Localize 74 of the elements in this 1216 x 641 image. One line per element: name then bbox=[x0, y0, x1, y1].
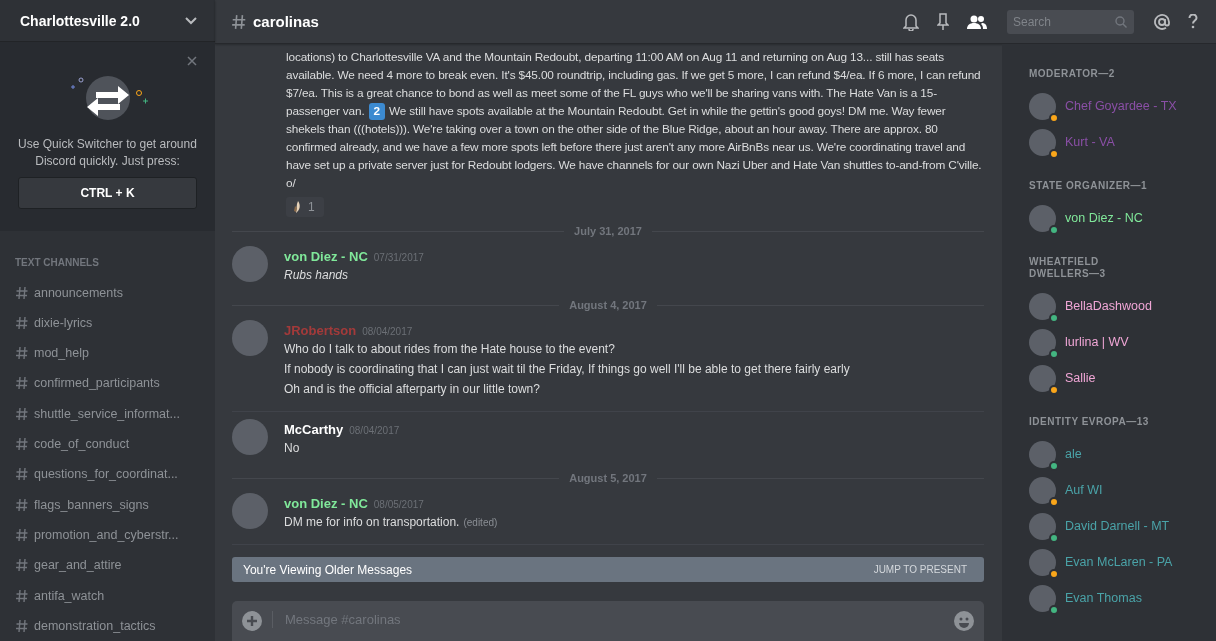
date-divider: August 4, 2017 bbox=[569, 299, 647, 311]
channel-item[interactable]: shuttle_service_informat... bbox=[34, 406, 180, 421]
message-text: locations) to Charlottesville VA and the Mountain Redoubt, departing 11:00 AM on Aug 11 and returning on Aug 13... still has seats available. We need 4 more to break even. It's $45.00 roundtrip, including gas. If we get 5 more, I can refund $4/ea. If 6 more, I can refund $7/ea. This is a great chance to bond as well as meet some of the FL guys who we'll be sharing vans with. The Hate Van is a 15-passenger van. 2 We still have spots available at the Mountain Redoubt. Get in while the gettin's good goys! DM me. Way fewer shekels than (((hotels))). We're taking over a town on the other side of the Blue Ridge, about an hour away. There are approx. 80 confirmed already, and we have a few more spots left before there just aren't any more AirBnBs near us. We're coordinating travel and have set up a private server just for Redoubt lodgers. We have channels for our own Nazi Uber and Hate Van shuttles to-and-from C'ville. o/ bbox=[285, 49, 983, 192]
hash-icon bbox=[15, 346, 29, 361]
message-text: DM me for info on transportation. bbox=[284, 514, 460, 531]
hash-icon bbox=[231, 13, 247, 30]
channel-item[interactable]: antifa_watch bbox=[34, 588, 105, 603]
hash-icon bbox=[15, 285, 29, 300]
channel-item[interactable]: flags_banners_signs bbox=[34, 497, 149, 512]
author-name[interactable]: McCarthy bbox=[284, 422, 344, 437]
channel-item[interactable]: questions_for_coordinat... bbox=[34, 467, 178, 482]
role-heading: IDENTITY EVROPA—13 bbox=[1029, 416, 1150, 428]
author-name[interactable]: von Diez - NC bbox=[284, 496, 368, 511]
emoji-icon bbox=[292, 200, 302, 214]
plus-icon[interactable] bbox=[242, 611, 262, 631]
shortcut-button[interactable]: CTRL + K bbox=[18, 177, 197, 210]
close-icon[interactable] bbox=[187, 56, 197, 67]
role-heading: MODERATOR—2 bbox=[1029, 68, 1116, 80]
hash-icon bbox=[15, 497, 29, 512]
reaction-button[interactable]: 1 bbox=[286, 197, 324, 217]
message-text: If nobody is coordinating that I can just wait til the Friday, If things go well I'll be able to get there fairly early bbox=[284, 361, 850, 378]
member-name[interactable]: ale bbox=[1065, 447, 1082, 461]
member-name[interactable]: lurlina | WV bbox=[1065, 335, 1129, 349]
channel-title: carolinas bbox=[253, 13, 320, 30]
hash-icon bbox=[15, 376, 29, 391]
hash-icon bbox=[15, 618, 29, 633]
member-name[interactable]: Kurt - VA bbox=[1065, 135, 1115, 149]
member-name[interactable]: Evan McLaren - PA bbox=[1065, 555, 1173, 569]
author-name[interactable]: von Diez - NC bbox=[284, 249, 368, 264]
channel-item[interactable]: mod_help bbox=[34, 346, 89, 361]
role-heading: STATE ORGANIZER—1 bbox=[1029, 180, 1149, 192]
older-messages-text: You're Viewing Older Messages bbox=[243, 562, 413, 577]
channel-item[interactable]: announcements bbox=[34, 285, 123, 300]
search-icon bbox=[1115, 15, 1127, 28]
channel-item[interactable]: promotion_and_cyberstr... bbox=[34, 527, 179, 542]
avatar[interactable] bbox=[232, 419, 268, 455]
role-heading: WHEATFIELD DWELLERS—3 bbox=[1029, 256, 1107, 280]
message-text: Who do I talk to about rides from the Hate house to the event? bbox=[284, 341, 615, 358]
hash-icon bbox=[15, 527, 29, 542]
member-name[interactable]: BellaDashwood bbox=[1065, 299, 1152, 313]
number-badge: 2 bbox=[368, 103, 385, 120]
hash-icon bbox=[15, 437, 29, 452]
member-name[interactable]: David Darnell - MT bbox=[1065, 519, 1170, 533]
channel-item[interactable]: demonstration_tactics bbox=[34, 618, 156, 633]
member-name[interactable]: Chef Goyardee - TX bbox=[1065, 99, 1177, 113]
message-text: Rubs hands bbox=[284, 267, 349, 284]
message-text: No bbox=[284, 440, 300, 457]
channel-item[interactable]: gear_and_attire bbox=[34, 558, 122, 573]
member-name[interactable]: Auf WI bbox=[1065, 483, 1103, 497]
jump-to-present-button[interactable]: JUMP TO PRESENT bbox=[867, 563, 973, 576]
member-name[interactable]: Evan Thomas bbox=[1065, 591, 1142, 605]
search-field[interactable]: Search bbox=[1007, 9, 1134, 34]
channel-item[interactable]: code_of_conduct bbox=[34, 437, 130, 452]
channel-item[interactable]: dixie-lyrics bbox=[34, 315, 93, 330]
date-divider: August 5, 2017 bbox=[569, 472, 647, 484]
hash-icon bbox=[15, 467, 29, 482]
hash-icon bbox=[15, 588, 29, 603]
quick-switcher-hint: Use Quick Switcher to get around Discord quickly. Just press: bbox=[17, 136, 198, 171]
avatar[interactable] bbox=[232, 320, 268, 356]
hash-icon bbox=[15, 406, 29, 421]
date-divider: July 31, 2017 bbox=[574, 225, 642, 237]
hash-icon bbox=[15, 315, 29, 330]
hash-icon bbox=[15, 558, 29, 573]
channel-item[interactable]: confirmed_participants bbox=[34, 376, 160, 391]
server-name: Charlottesville 2.0 bbox=[20, 12, 140, 29]
member-name[interactable]: Sallie bbox=[1065, 371, 1096, 385]
channel-category-heading: TEXT CHANNELS bbox=[15, 257, 100, 269]
edited-tag: (edited) bbox=[463, 517, 498, 528]
smiley-icon[interactable] bbox=[954, 611, 974, 631]
avatar[interactable] bbox=[232, 493, 268, 529]
member-name[interactable]: von Diez - NC bbox=[1065, 211, 1143, 225]
chevron-down-icon[interactable] bbox=[185, 16, 197, 25]
message-text: Oh and is the official afterparty in our little town? bbox=[284, 381, 540, 398]
avatar[interactable] bbox=[232, 246, 268, 282]
